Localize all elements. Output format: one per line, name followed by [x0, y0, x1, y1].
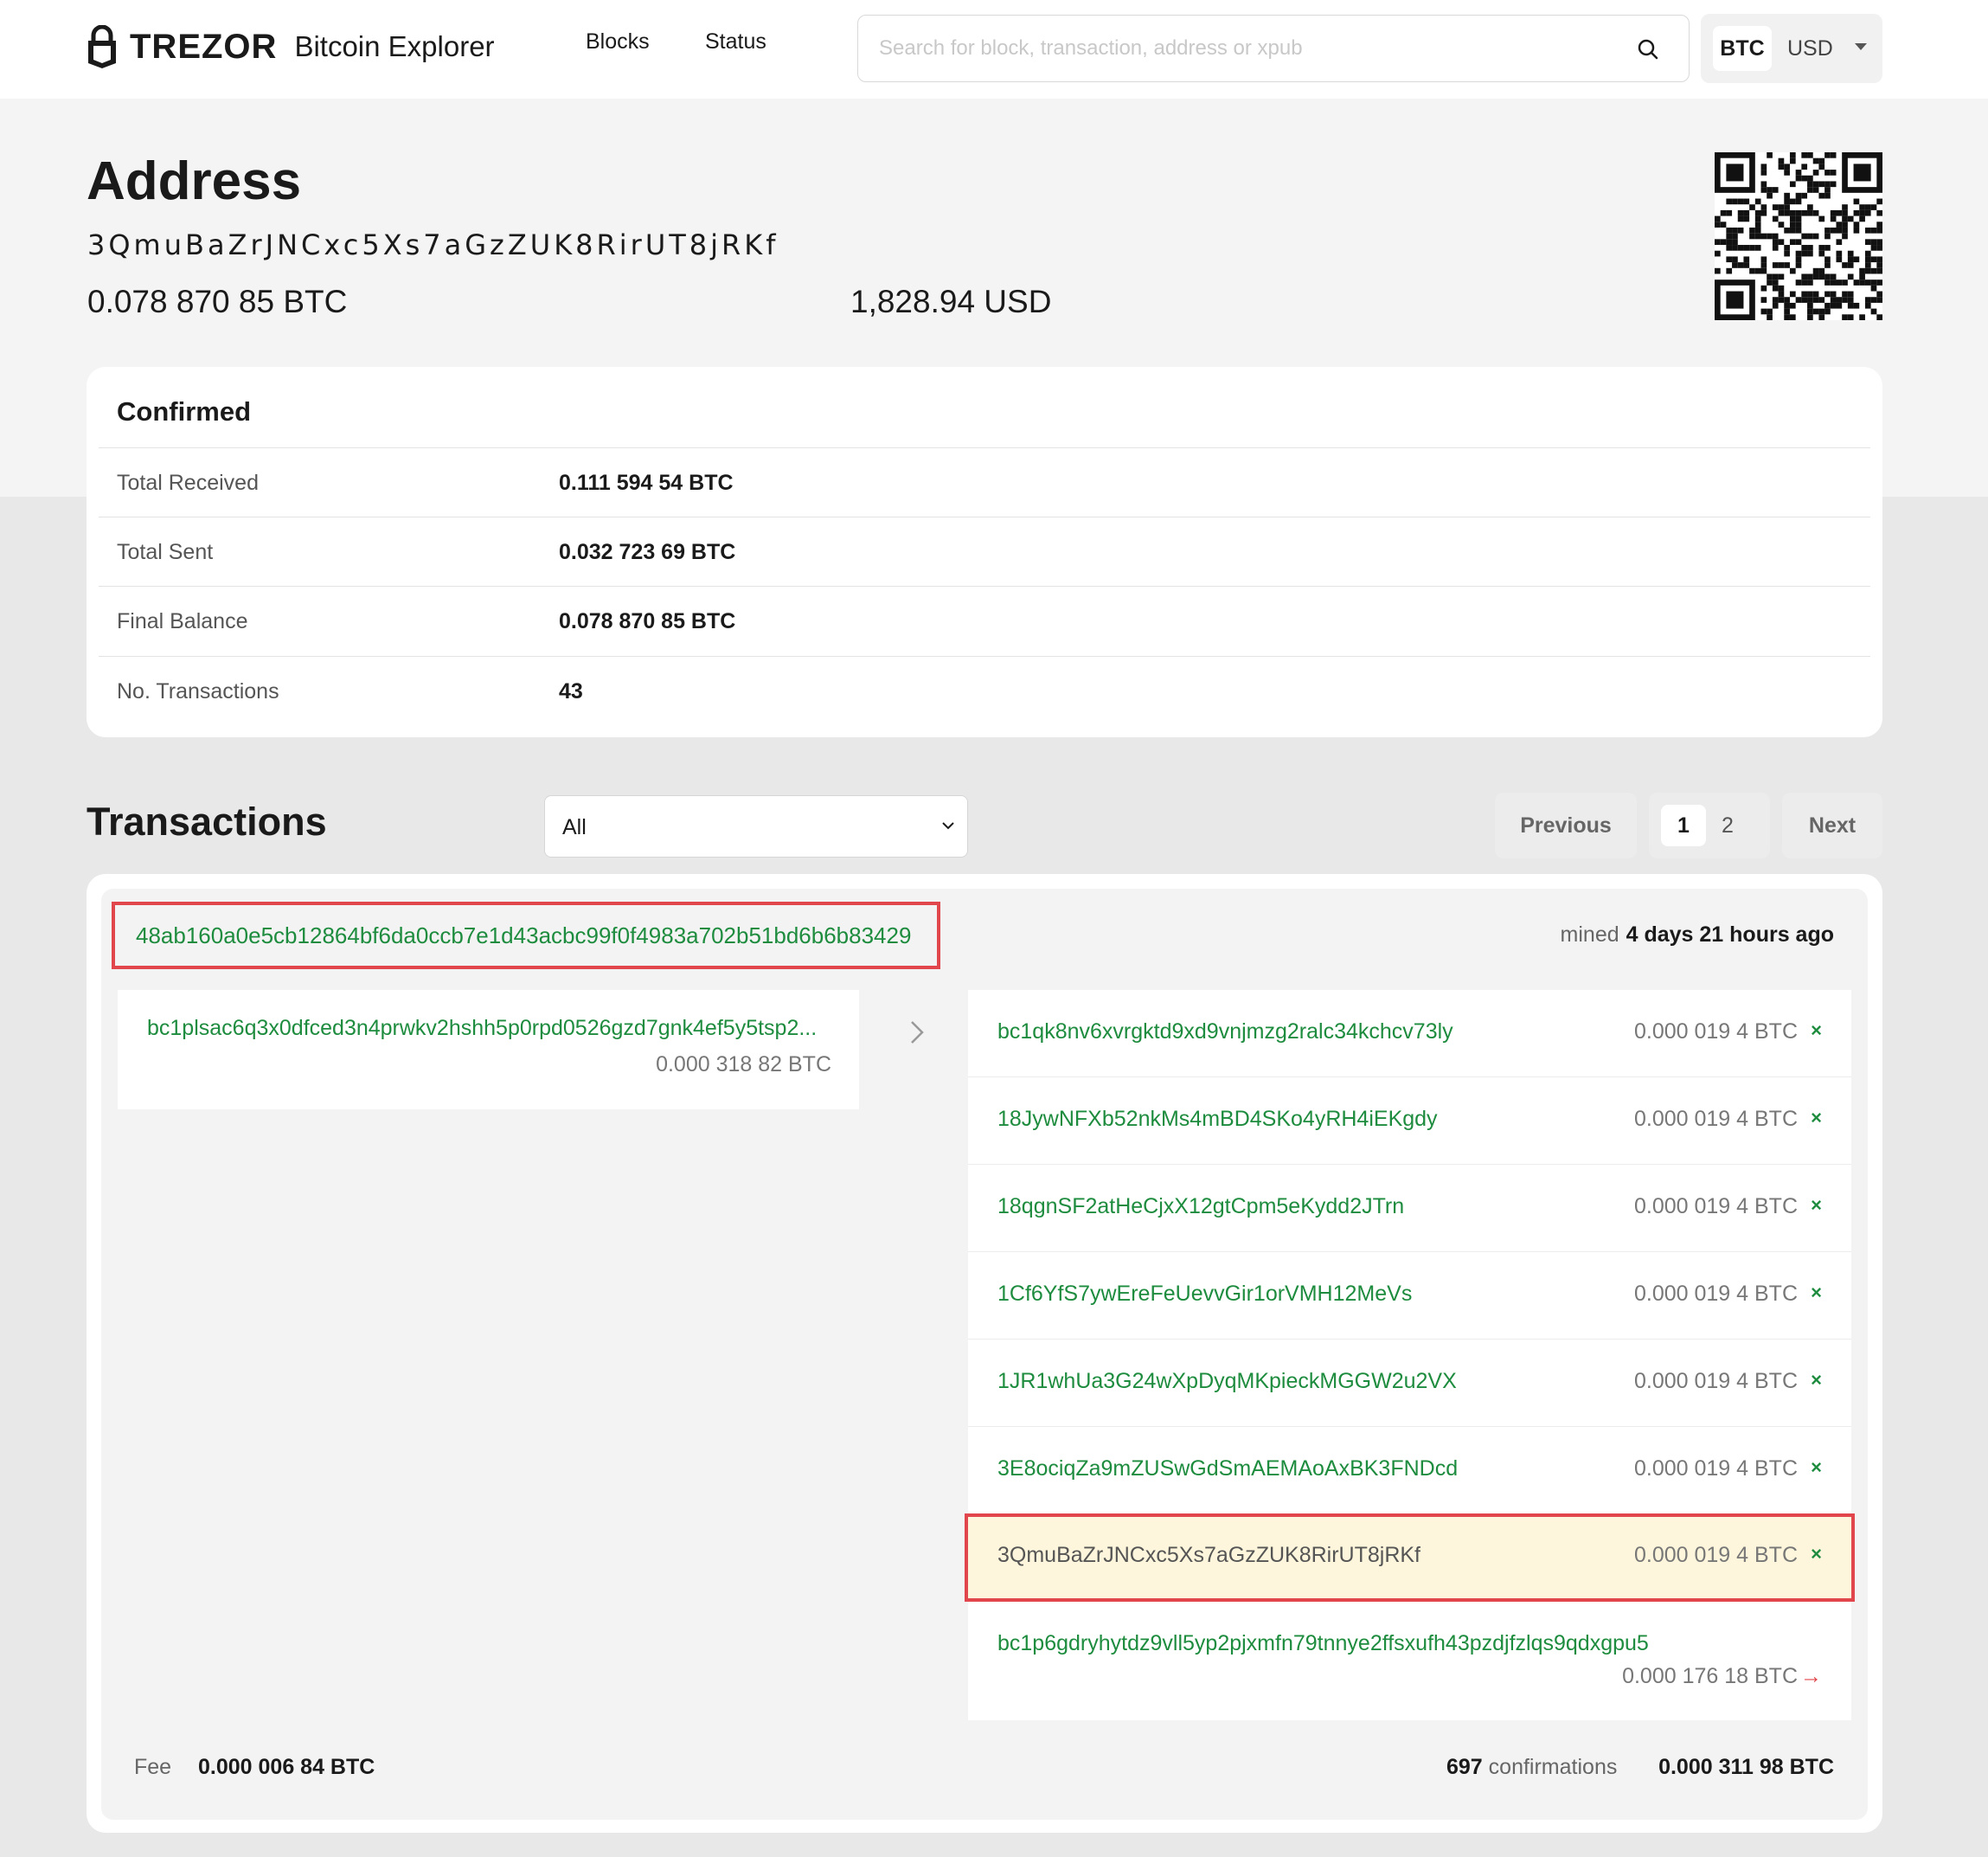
- transactions-title: Transactions: [87, 800, 327, 844]
- currency-switch[interactable]: BTC USD: [1701, 14, 1882, 83]
- stat-value: 0.111 594 54 BTC: [559, 471, 734, 495]
- stat-label: Total Received: [117, 471, 259, 495]
- transaction-filter-select[interactable]: All: [544, 795, 968, 858]
- spent-status-icon[interactable]: ×: [1811, 1107, 1822, 1129]
- nav-status[interactable]: Status: [705, 29, 766, 55]
- output-address-link[interactable]: bc1qk8nv6xvrgktd9xd9vnjmzg2ralc34kchcv73…: [997, 1019, 1453, 1044]
- mined-label: mined: [1560, 922, 1619, 947]
- filter-value: All: [562, 815, 587, 839]
- chevron-right-icon: [911, 1021, 924, 1044]
- output-amount: 0.000 019 4 BTC: [1633, 1282, 1798, 1306]
- output-amount: 0.000 019 4 BTC: [1633, 1456, 1798, 1481]
- balance-usd: 1,828.94 USD: [850, 284, 1052, 319]
- confirmed-title: Confirmed: [117, 396, 251, 427]
- input-amount: 0.000 318 82 BTC: [656, 1052, 831, 1076]
- stat-label: No. Transactions: [117, 679, 279, 704]
- mined-time-value: 4 days 21 hours ago: [1626, 922, 1834, 947]
- output-row: 18qgnSF2atHeCjxX12gtCpm5eKydd2JTrn 0.000…: [968, 1165, 1851, 1252]
- page-title: Address: [87, 151, 302, 211]
- output-row: bc1qk8nv6xvrgktd9xd9vnjmzg2ralc34kchcv73…: [968, 990, 1851, 1077]
- page-1-button[interactable]: 1: [1661, 805, 1706, 846]
- nav-blocks[interactable]: Blocks: [586, 29, 650, 55]
- stat-row-total-sent: Total Sent 0.032 723 69 BTC: [99, 517, 1870, 586]
- stat-label: Total Sent: [117, 540, 214, 564]
- confirmations-label: confirmations: [1488, 1755, 1618, 1779]
- stat-value: 0.032 723 69 BTC: [559, 540, 736, 564]
- output-amount: 0.000 019 4 BTC: [1633, 1107, 1798, 1131]
- spent-status-icon[interactable]: ×: [1811, 1019, 1822, 1042]
- output-amount: 0.000 176 18 BTC: [1622, 1664, 1798, 1688]
- output-amount: 0.000 019 4 BTC: [1633, 1369, 1798, 1393]
- address-value: 3QmuBaZrJNCxc5Xs7aGzZUK8RirUT8jRKf: [87, 228, 779, 261]
- output-amount: 0.000 019 4 BTC: [1633, 1543, 1798, 1567]
- output-address-link[interactable]: bc1p6gdryhytdz9vll5yp2pjxmfn79tnnye2ffsx…: [997, 1631, 1649, 1656]
- mined-time: mined 4 days 21 hours ago: [1561, 922, 1834, 948]
- transaction-total: 0.000 311 98 BTC: [1658, 1755, 1834, 1779]
- output-address-link[interactable]: 3E8ociqZa9mZUSwGdSmAEMAoAxBK3FNDcd: [997, 1456, 1458, 1481]
- output-address-link[interactable]: 18JywNFXb52nkMs4mBD4SKo4yRH4iEKgdy: [997, 1107, 1438, 1132]
- qr-code-icon: [1715, 152, 1882, 320]
- unspent-arrow-icon[interactable]: →: [1800, 1664, 1822, 1689]
- confirmations: 697 confirmations: [1446, 1755, 1617, 1780]
- chevron-down-icon[interactable]: [1855, 43, 1867, 50]
- output-amount: 0.000 019 4 BTC: [1633, 1194, 1798, 1218]
- output-row-current-address: 3QmuBaZrJNCxc5Xs7aGzZUK8RirUT8jRKf 0.000…: [965, 1513, 1855, 1602]
- confirmations-count: 697: [1446, 1755, 1483, 1779]
- top-header: TREZOR Bitcoin Explorer Blocks Status BT…: [0, 0, 1988, 99]
- spent-status-icon[interactable]: ×: [1811, 1456, 1822, 1479]
- brand-subtitle: Bitcoin Explorer: [294, 30, 495, 62]
- output-amount: 0.000 019 4 BTC: [1633, 1019, 1798, 1044]
- next-page-button[interactable]: Next: [1782, 793, 1882, 858]
- fee-label: Fee: [134, 1755, 172, 1779]
- stat-label: Final Balance: [117, 609, 248, 633]
- stat-row-final-balance: Final Balance 0.078 870 85 BTC: [99, 586, 1870, 655]
- pagination: 1 2: [1649, 793, 1770, 858]
- brand-logo[interactable]: TREZOR Bitcoin Explorer: [87, 19, 495, 74]
- output-row: 1JR1whUa3G24wXpDyqMKpieckMGGW2u2VX 0.000…: [968, 1340, 1851, 1427]
- output-row: 18JywNFXb52nkMs4mBD4SKo4yRH4iEKgdy 0.000…: [968, 1077, 1851, 1165]
- output-row: 1Cf6YfS7ywEreFeUevvGir1orVMH12MeVs 0.000…: [968, 1252, 1851, 1340]
- previous-page-button[interactable]: Previous: [1495, 793, 1637, 858]
- search-icon[interactable]: [1637, 38, 1659, 61]
- output-address-link[interactable]: 1Cf6YfS7ywEreFeUevvGir1orVMH12MeVs: [997, 1282, 1412, 1307]
- stat-row-total-received: Total Received 0.111 594 54 BTC: [99, 447, 1870, 517]
- currency-usd[interactable]: USD: [1787, 36, 1833, 61]
- fee-value: 0.000 006 84 BTC: [198, 1755, 375, 1779]
- transaction-hash-link[interactable]: 48ab160a0e5cb12864bf6da0ccb7e1d43acbc99f…: [112, 902, 940, 969]
- stat-row-no-transactions: No. Transactions 43: [99, 656, 1870, 725]
- currency-btc[interactable]: BTC: [1713, 26, 1772, 71]
- page-2-button[interactable]: 2: [1722, 813, 1734, 839]
- trezor-lock-icon: [88, 25, 116, 68]
- stat-value: 43: [559, 679, 583, 704]
- output-address-link[interactable]: 18qgnSF2atHeCjxX12gtCpm5eKydd2JTrn: [997, 1194, 1404, 1219]
- spent-status-icon[interactable]: ×: [1811, 1369, 1822, 1391]
- search-input[interactable]: [879, 16, 1623, 81]
- transaction-outputs: bc1qk8nv6xvrgktd9xd9vnjmzg2ralc34kchcv73…: [965, 990, 1855, 1720]
- spent-status-icon[interactable]: ×: [1811, 1282, 1822, 1304]
- spent-status-icon[interactable]: ×: [1811, 1543, 1822, 1565]
- output-address-link[interactable]: 1JR1whUa3G24wXpDyqMKpieckMGGW2u2VX: [997, 1369, 1457, 1394]
- transaction-inputs: bc1plsac6q3x0dfced3n4prwkv2hshh5p0rpd052…: [118, 990, 859, 1109]
- output-row: 3E8ociqZa9mZUSwGdSmAEMAoAxBK3FNDcd 0.000…: [968, 1427, 1851, 1514]
- brand-name: TREZOR: [130, 27, 278, 66]
- search-box: [857, 15, 1690, 82]
- input-address-link[interactable]: bc1plsac6q3x0dfced3n4prwkv2hshh5p0rpd052…: [147, 1016, 817, 1041]
- stat-value: 0.078 870 85 BTC: [559, 609, 736, 633]
- balance-btc: 0.078 870 85 BTC: [87, 284, 348, 319]
- chevron-down-icon: [942, 822, 954, 830]
- output-row: bc1p6gdryhytdz9vll5yp2pjxmfn79tnnye2ffsx…: [968, 1602, 1851, 1720]
- spent-status-icon[interactable]: ×: [1811, 1194, 1822, 1217]
- output-address: 3QmuBaZrJNCxc5Xs7aGzZUK8RirUT8jRKf: [997, 1543, 1420, 1567]
